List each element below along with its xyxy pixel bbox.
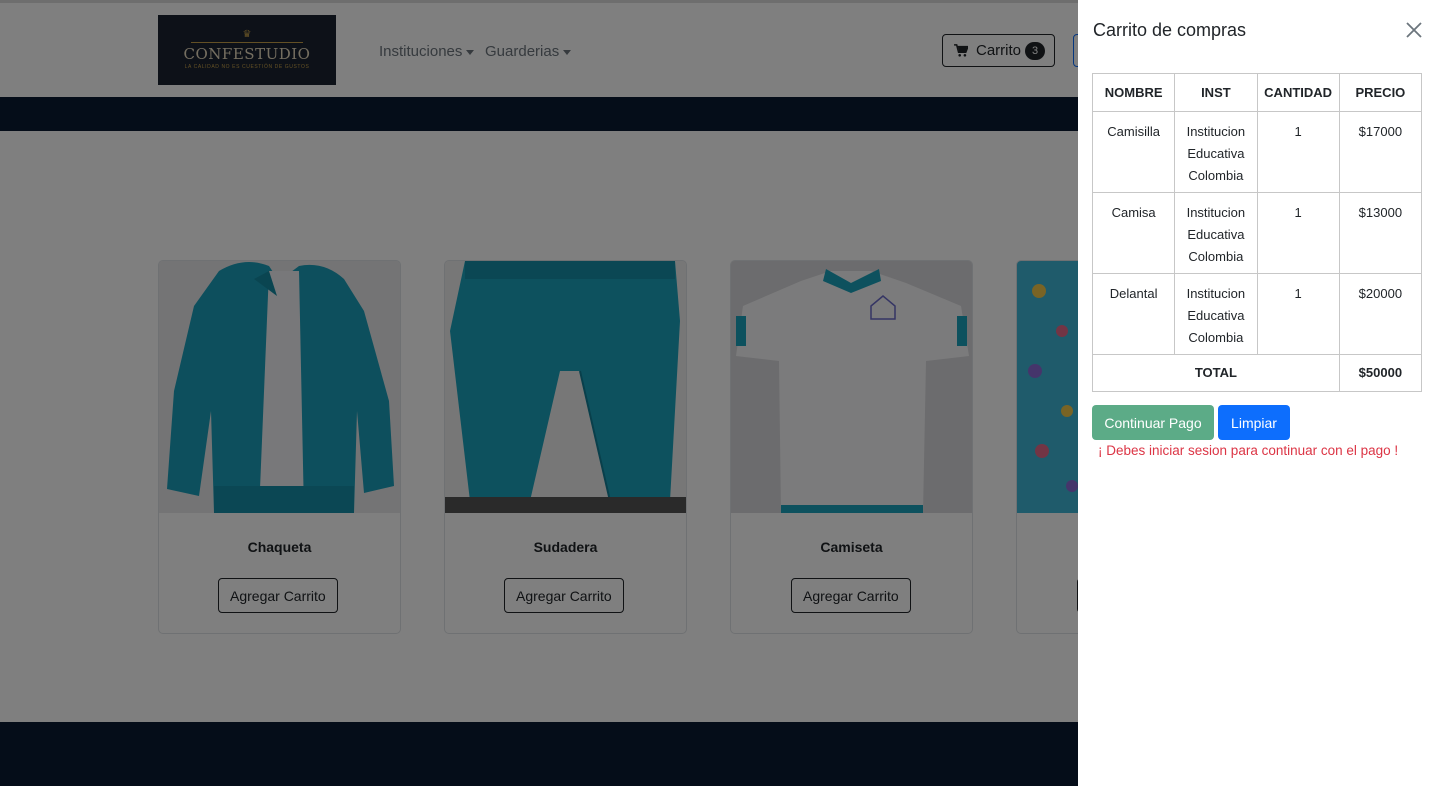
- item-price: $13000: [1338, 192, 1423, 274]
- offcanvas-backdrop[interactable]: [0, 0, 1078, 786]
- total-row: TOTAL $50000: [1092, 354, 1423, 392]
- clear-cart-button[interactable]: Limpiar: [1218, 405, 1290, 440]
- cart-offcanvas: Carrito de compras NOMBRE INST CANTIDAD …: [1078, 0, 1436, 786]
- header-inst: INST: [1174, 73, 1258, 112]
- item-inst: Institucion Educativa Colombia: [1174, 111, 1258, 193]
- item-qty: 1: [1256, 273, 1340, 355]
- table-row: Camisa Institucion Educativa Colombia 1 …: [1091, 192, 1423, 274]
- item-inst: Institucion Educativa Colombia: [1174, 273, 1258, 355]
- total-value: $50000: [1338, 354, 1423, 392]
- continue-payment-button[interactable]: Continuar Pago: [1092, 405, 1214, 440]
- item-qty: 1: [1256, 111, 1340, 193]
- item-price: $20000: [1338, 273, 1423, 355]
- total-label: TOTAL: [1092, 354, 1340, 392]
- close-icon[interactable]: [1404, 20, 1424, 40]
- table-row: Delantal Institucion Educativa Colombia …: [1091, 273, 1423, 355]
- offcanvas-title: Carrito de compras: [1093, 20, 1247, 40]
- header-cantidad: CANTIDAD: [1256, 73, 1340, 112]
- login-warning: ¡ Debes iniciar sesion para continuar co…: [1098, 443, 1399, 458]
- header-precio: PRECIO: [1338, 73, 1423, 112]
- item-qty: 1: [1256, 192, 1340, 274]
- item-name: Camisilla: [1091, 111, 1176, 193]
- item-inst: Institucion Educativa Colombia: [1174, 192, 1258, 274]
- header-nombre: NOMBRE: [1091, 73, 1176, 112]
- table-header-row: NOMBRE INST CANTIDAD PRECIO: [1091, 73, 1423, 112]
- item-name: Delantal: [1091, 273, 1176, 355]
- item-price: $17000: [1338, 111, 1423, 193]
- item-name: Camisa: [1091, 192, 1176, 274]
- cart-table: NOMBRE INST CANTIDAD PRECIO Camisilla In…: [1091, 73, 1423, 392]
- table-row: Camisilla Institucion Educativa Colombia…: [1091, 111, 1423, 193]
